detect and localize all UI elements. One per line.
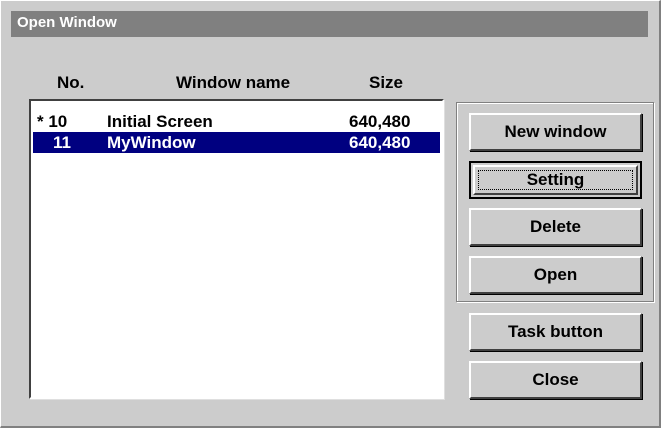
list-item-name: MyWindow — [107, 133, 196, 152]
task-button-button[interactable]: Task button — [469, 313, 642, 351]
list-item[interactable]: * 10 Initial Screen 640,480 — [33, 111, 440, 132]
list-item-name: Initial Screen — [107, 112, 213, 131]
open-button[interactable]: Open — [469, 256, 642, 294]
column-header-no: No. — [57, 73, 85, 92]
window-list[interactable]: * 10 Initial Screen 640,480 11 MyWindow … — [29, 99, 444, 399]
new-window-button[interactable]: New window — [469, 113, 642, 151]
window-title: Open Window — [17, 14, 117, 31]
list-item-no: 11 — [53, 133, 71, 152]
list-item-no: * 10 — [37, 112, 68, 131]
list-item-size: 640,480 — [349, 112, 411, 131]
column-header-window-name: Window name — [176, 73, 291, 92]
task-button-label: Task button — [507, 322, 604, 341]
delete-label: Delete — [529, 217, 582, 236]
list-item-selected[interactable]: 11 MyWindow 640,480 — [33, 132, 440, 153]
open-label: Open — [533, 265, 578, 284]
setting-button[interactable]: Setting — [469, 161, 642, 199]
open-window-dialog: Open Window No. Window name Size * 10 In… — [0, 0, 661, 428]
close-button[interactable]: Close — [469, 361, 642, 399]
close-label: Close — [532, 370, 579, 389]
list-item-size: 640,480 — [349, 133, 411, 152]
setting-label: Setting — [526, 170, 585, 189]
column-header-size: Size — [369, 73, 404, 92]
title-bar[interactable]: Open Window — [11, 11, 648, 37]
delete-button[interactable]: Delete — [469, 208, 642, 246]
new-window-label: New window — [504, 122, 607, 141]
